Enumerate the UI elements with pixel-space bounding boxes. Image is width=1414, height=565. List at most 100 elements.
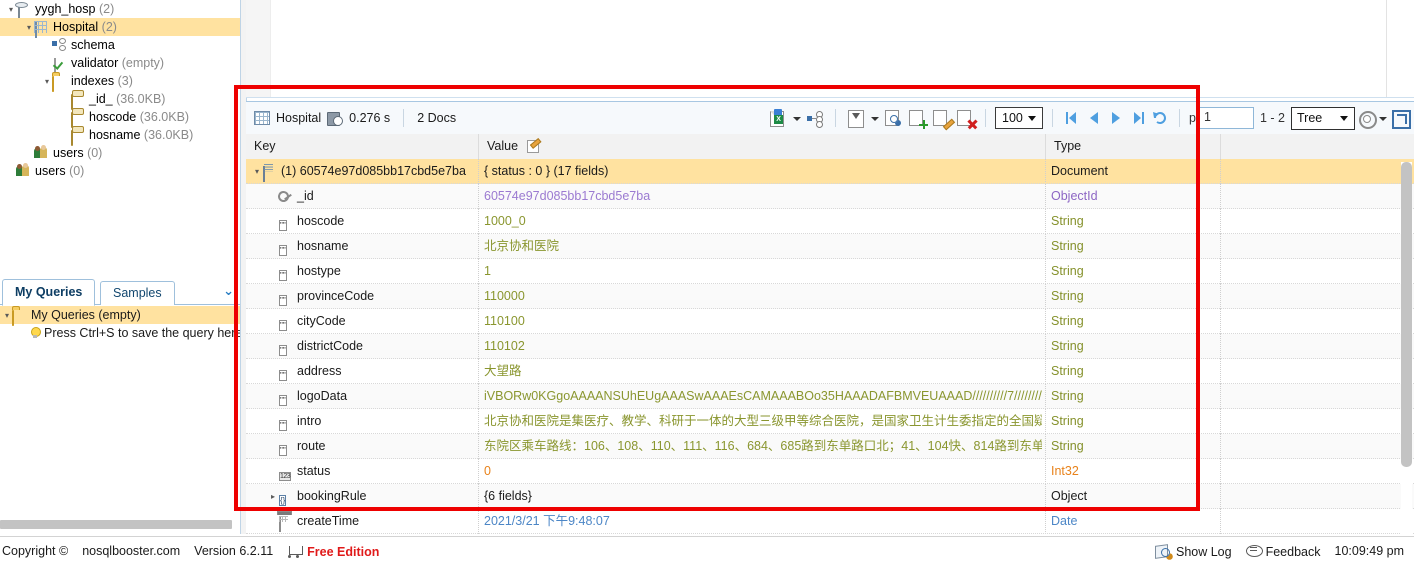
row-key-cell[interactable]: ▾"" hostype [246, 259, 500, 284]
query-list-item[interactable]: ▾ My Queries (empty) [0, 306, 240, 326]
column-header-type[interactable]: Type [1046, 134, 1221, 159]
row-value-cell[interactable]: { status : 0 } (17 fields) [479, 159, 1042, 184]
row-key-cell[interactable]: ▾"" logoData [246, 384, 500, 409]
row-value-cell[interactable]: 1 [479, 259, 1042, 284]
filter-dropdown-caret[interactable] [869, 107, 880, 129]
filter-icon[interactable] [845, 107, 867, 129]
tree-item-indexes[interactable]: ▾ indexes (3) [0, 72, 240, 92]
edit-document-icon[interactable] [930, 107, 952, 129]
tree-item-validator[interactable]: ▾ validator (empty) [0, 54, 240, 74]
column-header-key[interactable]: Key [246, 134, 479, 159]
row-key-cell[interactable]: ▾ _id [246, 184, 500, 209]
settings-icon[interactable] [1357, 109, 1377, 129]
table-row[interactable]: ▾123 status 0 Int32 [246, 459, 1414, 484]
column-header-value[interactable]: Value [479, 134, 1046, 159]
row-value-cell[interactable]: iVBORw0KGgoAAAANSUhEUgAAASwAAAEsCAMAAABO… [479, 384, 1042, 409]
table-row[interactable]: ▾"" logoData iVBORw0KGgoAAAANSUhEUgAAASwAA… [246, 384, 1414, 409]
row-value-cell[interactable]: 110000 [479, 284, 1042, 309]
table-row[interactable]: ▾"" route 东院区乘车路线：106、108、110、111、116、684、… [246, 434, 1414, 459]
tree-view-icon[interactable] [804, 107, 826, 129]
expand-arrow-icon[interactable]: ▾ [42, 73, 52, 91]
row-value-cell[interactable]: 1000_0 [479, 209, 1042, 234]
first-page-button[interactable] [1062, 107, 1082, 129]
row-key-cell[interactable]: ▾"" hosname [246, 234, 500, 259]
row-value-cell[interactable]: 北京协和医院是集医疗、教学、科研于一体的大型三级甲等综合医院，是国家卫生计生委指… [479, 409, 1042, 434]
prev-page-button[interactable] [1084, 107, 1104, 129]
open-in-new-window-icon[interactable] [1390, 109, 1411, 129]
settings-dropdown-caret[interactable] [1377, 107, 1388, 129]
row-key-cell[interactable]: ▾"" intro [246, 409, 500, 434]
row-key-cell[interactable]: ▾"" provinceCode [246, 284, 500, 309]
edition-badge[interactable]: Free Edition [287, 544, 379, 559]
expand-arrow-icon[interactable]: ▾ [2, 307, 12, 325]
row-value-cell[interactable]: 北京协和医院 [479, 234, 1042, 259]
table-row[interactable]: ▾"" hosname 北京协和医院 String [246, 234, 1414, 259]
table-row[interactable]: ▾ (1) 60574e97d085bb17cbd5e7ba { status : … [246, 159, 1414, 184]
table-row[interactable]: ▾"" districtCode 110102 String [246, 334, 1414, 359]
table-row[interactable]: ▾"" hostype 1 String [246, 259, 1414, 284]
delete-document-icon[interactable] [954, 107, 976, 129]
scroll-thumb[interactable] [0, 520, 232, 529]
table-row[interactable]: ▾ _id 60574e97d085bb17cbd5e7ba ObjectId [246, 184, 1414, 209]
table-row[interactable]: ▾createTime2021/3/21 下午9:48:07 Date [246, 509, 1414, 534]
row-key-cell[interactable]: ▾ (1) 60574e97d085bb17cbd5e7ba [246, 159, 484, 184]
table-row[interactable]: ▾"" intro 北京协和医院是集医疗、教学、科研于一体的大型三级甲等综合医院，是… [246, 409, 1414, 434]
tree-item-users[interactable]: ▾ users (0) [0, 162, 240, 180]
row-value-cell[interactable]: 110102 [479, 334, 1042, 359]
row-value-cell[interactable]: 60574e97d085bb17cbd5e7ba [479, 184, 1042, 209]
left-horizontal-scrollbar[interactable] [0, 518, 240, 530]
expand-arrow-icon[interactable]: ▾ [252, 159, 262, 184]
chevron-double-down-icon[interactable]: ⌄ [223, 283, 234, 299]
row-key-cell[interactable]: ▸{} bookingRule [246, 484, 500, 509]
tree-item-hoscode[interactable]: ▾ hoscode (36.0KB) [0, 108, 240, 128]
row-value-cell[interactable]: 2021/3/21 下午9:48:07 [479, 509, 1042, 534]
table-row[interactable]: ▾"" address 大望路 String [246, 359, 1414, 384]
tab-samples[interactable]: Samples [100, 281, 175, 305]
table-row[interactable]: ▸{} bookingRule {6 fields} Object [246, 484, 1414, 509]
row-key-cell[interactable]: ▾"" hoscode [246, 209, 500, 234]
next-page-button[interactable] [1106, 107, 1126, 129]
tree-item-hospital[interactable]: ▾ Hospital (2) [0, 18, 240, 38]
row-value-cell[interactable]: 大望路 [479, 359, 1042, 384]
row-value-cell[interactable]: 110100 [479, 309, 1042, 334]
collapse-arrow-icon[interactable]: ▸ [268, 484, 278, 509]
query-list-item[interactable]: ▾ Press Ctrl+S to save the query here [0, 324, 242, 342]
tree-item-id[interactable]: ▾ _id_ (36.0KB) [0, 90, 240, 110]
tab-my-queries[interactable]: My Queries [2, 279, 96, 306]
row-value-cell[interactable]: 东院区乘车路线：106、108、110、111、116、684、685路到东单路… [479, 434, 1042, 459]
add-document-icon[interactable] [906, 107, 929, 129]
expand-arrow-icon[interactable]: ▾ [24, 19, 34, 37]
grid-vertical-scrollbar[interactable] [1401, 162, 1412, 534]
page-size-select[interactable]: 100 [995, 107, 1044, 129]
row-key-cell[interactable]: ▾"" address [246, 359, 500, 384]
row-key-cell[interactable]: ▾"" route [246, 434, 500, 459]
page-number-input[interactable]: 1 [1197, 107, 1254, 129]
queries-list[interactable]: ▾My Queries (empty)▾Press Ctrl+S to save… [0, 306, 242, 342]
show-log-button[interactable]: Show Log [1155, 544, 1232, 559]
feedback-button[interactable]: Feedback [1245, 544, 1321, 559]
row-value-cell[interactable]: 0 [479, 459, 1042, 484]
table-row[interactable]: ▾"" hoscode 1000_0 String [246, 209, 1414, 234]
tree-item-schema[interactable]: ▾ schema [0, 36, 240, 54]
tree-item-users[interactable]: ▾ users (0) [0, 144, 240, 162]
find-icon[interactable] [882, 107, 904, 129]
row-key-cell[interactable]: ▾123 status [246, 459, 500, 484]
queries-tabstrip[interactable]: Samples My Queries ⌄ [0, 278, 240, 306]
view-mode-select[interactable]: Tree [1291, 106, 1355, 130]
export-dropdown-caret[interactable] [791, 107, 802, 129]
table-row[interactable]: ▾"" provinceCode 110000 String [246, 284, 1414, 309]
site-link[interactable]: nosqlbooster.com [82, 544, 180, 558]
grid-scroll-thumb[interactable] [1401, 162, 1412, 467]
export-icon[interactable]: X [767, 107, 789, 129]
refresh-button[interactable] [1150, 107, 1170, 129]
row-key-cell[interactable]: ▾"" districtCode [246, 334, 500, 359]
row-value-cell[interactable]: {6 fields} [479, 484, 1042, 509]
tree-item-hosname[interactable]: ▾ hosname (36.0KB) [0, 126, 240, 146]
row-key-cell[interactable]: ▾"" cityCode [246, 309, 500, 334]
query-editor[interactable] [246, 0, 1414, 98]
row-key-cell[interactable]: ▾createTime [246, 509, 500, 534]
table-row[interactable]: ▾"" cityCode 110100 String [246, 309, 1414, 334]
tree-item-yyghhosp[interactable]: ▾ yygh_hosp (2) [0, 0, 240, 20]
database-tree[interactable]: ▾yygh_hosp (2)▾Hospital (2)▾schema▾valid… [0, 0, 240, 278]
last-page-button[interactable] [1128, 107, 1148, 129]
